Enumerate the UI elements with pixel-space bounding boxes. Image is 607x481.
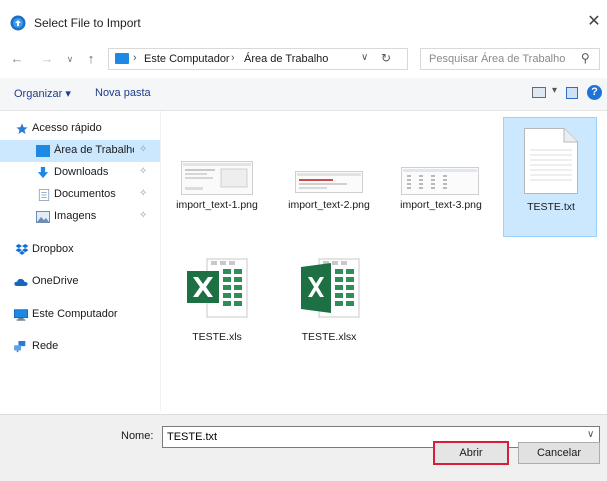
file-name: import_text-2.png bbox=[288, 199, 370, 211]
breadcrumb-separator[interactable]: › bbox=[231, 52, 235, 64]
onedrive-icon bbox=[14, 278, 28, 286]
search-icon: ⚲ bbox=[581, 51, 590, 65]
file-name: import_text-1.png bbox=[176, 199, 258, 211]
pin-icon[interactable]: ✧ bbox=[139, 144, 147, 155]
footer-panel: Nome: ∨ bbox=[0, 414, 607, 481]
navigation-pane: Acesso rápido Área de Trabalho ✧ Downloa… bbox=[0, 111, 160, 411]
window-title: Select File to Import bbox=[34, 16, 141, 30]
open-button[interactable]: Abrir bbox=[433, 441, 509, 465]
breadcrumb-este-computador[interactable]: Este Computador bbox=[144, 53, 230, 65]
sidebar-item-label: Downloads bbox=[54, 166, 109, 178]
sidebar-item-area-de-trabalho[interactable]: Área de Trabalho ✧ bbox=[0, 140, 160, 162]
file-item-selected[interactable]: TESTE.txt bbox=[503, 117, 597, 237]
recent-locations-icon[interactable]: ∨ bbox=[63, 50, 77, 68]
view-options-dropdown-icon[interactable]: ▾ bbox=[552, 85, 557, 96]
network-icon bbox=[14, 341, 26, 353]
preview-pane-icon[interactable] bbox=[566, 87, 578, 99]
back-arrow-icon[interactable]: ← bbox=[10, 50, 24, 68]
excel-file-icon bbox=[187, 258, 248, 318]
address-dropdown-icon[interactable]: ∨ bbox=[361, 52, 368, 63]
address-bar[interactable]: › Este Computador › Área de Trabalho ∨ ↻ bbox=[108, 48, 408, 70]
command-bar: Organizar ▾ Nova pasta ▾ ? bbox=[0, 78, 607, 111]
excel-file-icon bbox=[301, 258, 360, 318]
image-thumbnail bbox=[401, 167, 479, 195]
search-input[interactable]: Pesquisar Área de Trabalho bbox=[429, 53, 565, 65]
sidebar-item-label: Área de Trabalho bbox=[54, 144, 134, 156]
cancel-button[interactable]: Cancelar bbox=[518, 442, 600, 464]
help-icon[interactable]: ? bbox=[587, 85, 602, 100]
refresh-icon[interactable]: ↻ bbox=[381, 51, 391, 65]
breadcrumb-area-de-trabalho[interactable]: Área de Trabalho bbox=[244, 53, 328, 65]
image-thumbnail bbox=[181, 161, 253, 195]
file-item[interactable]: TESTE.xls bbox=[169, 251, 265, 371]
forward-arrow-icon[interactable]: → bbox=[40, 50, 54, 68]
download-icon bbox=[37, 167, 49, 179]
text-document-icon bbox=[524, 128, 578, 194]
sidebar-item-label: OneDrive bbox=[32, 275, 79, 287]
sidebar-item-imagens[interactable]: Imagens ✧ bbox=[0, 206, 160, 228]
close-icon[interactable]: ✕ bbox=[584, 12, 604, 32]
pin-icon[interactable]: ✧ bbox=[139, 210, 147, 221]
sidebar-item-label: Dropbox bbox=[32, 243, 74, 255]
search-box[interactable]: Pesquisar Área de Trabalho ⚲ bbox=[420, 48, 600, 70]
dropbox-icon bbox=[15, 244, 29, 255]
app-icon bbox=[10, 15, 26, 31]
organize-button[interactable]: Organizar ▾ bbox=[14, 87, 71, 100]
sidebar-item-este-computador[interactable]: Este Computador bbox=[0, 304, 160, 326]
file-name: import_text-3.png bbox=[400, 199, 482, 211]
sidebar-item-label: Rede bbox=[32, 340, 59, 352]
pin-icon[interactable]: ✧ bbox=[139, 188, 147, 199]
pin-icon[interactable]: ✧ bbox=[139, 166, 147, 177]
star-icon bbox=[16, 123, 28, 134]
images-icon bbox=[36, 211, 50, 223]
sidebar-item-label: Imagens bbox=[54, 210, 97, 222]
file-item[interactable]: import_text-3.png bbox=[393, 117, 489, 237]
up-arrow-icon[interactable]: ↑ bbox=[84, 50, 98, 68]
file-name-label: Nome: bbox=[121, 430, 154, 442]
sidebar-item-downloads[interactable]: Downloads ✧ bbox=[0, 162, 160, 184]
sidebar-item-label: Documentos bbox=[54, 188, 116, 200]
sidebar-item-documentos[interactable]: Documentos ✧ bbox=[0, 184, 160, 206]
desktop-icon bbox=[36, 145, 50, 157]
file-name-dropdown-icon[interactable]: ∨ bbox=[587, 429, 594, 440]
file-name: TESTE.xlsx bbox=[301, 331, 357, 343]
sidebar-item-label: Este Computador bbox=[32, 308, 118, 320]
computer-icon bbox=[14, 309, 28, 321]
image-thumbnail bbox=[295, 171, 363, 193]
sidebar-item-dropbox[interactable]: Dropbox bbox=[0, 239, 160, 261]
sidebar-item-label: Acesso rápido bbox=[32, 122, 102, 134]
computer-icon bbox=[115, 53, 129, 64]
sidebar-item-onedrive[interactable]: OneDrive bbox=[0, 271, 160, 293]
sidebar-item-acesso-rapido[interactable]: Acesso rápido bbox=[0, 118, 160, 140]
file-name: TESTE.txt bbox=[527, 201, 575, 213]
new-folder-button[interactable]: Nova pasta bbox=[95, 87, 151, 99]
file-item[interactable]: import_text-2.png bbox=[281, 117, 377, 237]
file-list: import_text-1.png import_text-2.png impo… bbox=[161, 111, 607, 411]
file-name: TESTE.xls bbox=[192, 331, 242, 343]
file-item[interactable]: import_text-1.png bbox=[169, 117, 265, 237]
file-item[interactable]: TESTE.xlsx bbox=[281, 251, 377, 371]
breadcrumb-separator: › bbox=[133, 52, 137, 64]
documents-icon bbox=[38, 189, 50, 201]
sidebar-item-rede[interactable]: Rede bbox=[0, 336, 160, 358]
change-view-icon[interactable] bbox=[532, 87, 546, 98]
